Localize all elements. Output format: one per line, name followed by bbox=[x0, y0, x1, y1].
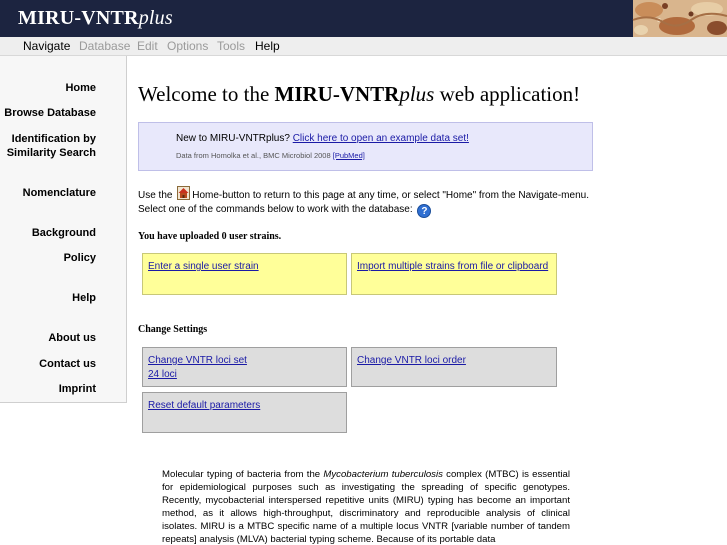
change-settings-heading: Change Settings bbox=[138, 324, 208, 335]
intro-line: New to MIRU-VNTRplus? Click here to open… bbox=[176, 133, 469, 144]
title-italic: plus bbox=[399, 82, 435, 106]
title-suffix: web application! bbox=[434, 82, 581, 106]
description-part1: Molecular typing of bacteria from the bbox=[162, 469, 324, 480]
home-instructions: Use the Home-button to return to this pa… bbox=[138, 186, 589, 201]
change-loci-order-box[interactable]: Change VNTR loci order bbox=[351, 347, 557, 387]
sidebar: Home Browse Database Identification by S… bbox=[0, 56, 127, 545]
select-instructions: Select one of the commands below to work… bbox=[138, 204, 432, 218]
sidebar-item-home[interactable]: Home bbox=[65, 81, 96, 95]
intro-source: Data from Homolka et al., BMC Microbiol … bbox=[176, 151, 365, 160]
menu-bar: Navigate Database Edit Options Tools Hel… bbox=[0, 37, 727, 56]
microscopy-image-icon bbox=[619, 0, 727, 37]
main-content: Welcome to the MIRU-VNTRplus web applica… bbox=[128, 56, 727, 545]
sidebar-item-help[interactable]: Help bbox=[72, 291, 96, 305]
menu-tools[interactable]: Tools bbox=[217, 39, 245, 53]
sidebar-item-about-us[interactable]: About us bbox=[48, 331, 96, 345]
description-italic: Mycobacterium tuberculosis bbox=[323, 469, 443, 480]
app-logo: MIRU-VNTRplus bbox=[18, 7, 173, 30]
sidebar-item-background[interactable]: Background bbox=[32, 226, 96, 240]
page-title: Welcome to the MIRU-VNTRplus web applica… bbox=[138, 82, 580, 107]
title-bold: MIRU-VNTR bbox=[274, 82, 400, 106]
import-strains-box[interactable]: Import multiple strains from file or cli… bbox=[351, 253, 557, 295]
logo-italic: plus bbox=[138, 7, 173, 29]
change-loci-order-link[interactable]: Change VNTR loci order bbox=[357, 355, 466, 366]
sidebar-item-nomenclature[interactable]: Nomenclature bbox=[23, 186, 96, 200]
title-prefix: Welcome to the bbox=[138, 82, 275, 106]
enter-single-strain-link[interactable]: Enter a single user strain bbox=[148, 261, 259, 272]
logo-main: MIRU-VNTR bbox=[18, 7, 139, 29]
enter-single-strain-box[interactable]: Enter a single user strain bbox=[142, 253, 347, 295]
sidebar-item-identification[interactable]: Identification by Similarity Search bbox=[0, 132, 96, 160]
home-text-before: Use the bbox=[138, 190, 173, 201]
example-data-box: New to MIRU-VNTRplus? Click here to open… bbox=[138, 122, 593, 171]
menu-help[interactable]: Help bbox=[255, 39, 280, 53]
import-strains-link[interactable]: Import multiple strains from file or cli… bbox=[357, 261, 548, 272]
menu-navigate[interactable]: Navigate bbox=[23, 39, 70, 53]
intro-text: New to MIRU-VNTRplus? bbox=[176, 133, 290, 144]
description-paragraph: Molecular typing of bacteria from the My… bbox=[162, 468, 570, 545]
app-header: MIRU-VNTRplus bbox=[0, 0, 727, 37]
menu-edit[interactable]: Edit bbox=[137, 39, 158, 53]
home-text-after: Home-button to return to this page at an… bbox=[192, 190, 589, 201]
pubmed-link[interactable]: [PubMed] bbox=[333, 151, 365, 160]
change-loci-set-box[interactable]: Change VNTR loci set 24 loci bbox=[142, 347, 347, 387]
intro-source-text: Data from Homolka et al., BMC Microbiol … bbox=[176, 151, 331, 160]
description-part2: complex (MTBC) is essential for epidemio… bbox=[162, 469, 571, 545]
uploaded-strains-heading: You have uploaded 0 user strains. bbox=[138, 231, 282, 242]
sidebar-item-policy[interactable]: Policy bbox=[64, 251, 96, 265]
sidebar-item-browse-database[interactable]: Browse Database bbox=[4, 106, 96, 120]
example-data-link[interactable]: Click here to open an example data set! bbox=[293, 133, 469, 144]
loci-count-link[interactable]: 24 loci bbox=[148, 368, 341, 382]
menu-database[interactable]: Database bbox=[79, 39, 130, 53]
sidebar-panel: Home Browse Database Identification by S… bbox=[0, 56, 127, 403]
menu-options[interactable]: Options bbox=[167, 39, 208, 53]
reset-parameters-link[interactable]: Reset default parameters bbox=[148, 400, 260, 411]
sidebar-item-imprint[interactable]: Imprint bbox=[59, 382, 96, 396]
sidebar-item-contact-us[interactable]: Contact us bbox=[39, 357, 96, 371]
reset-parameters-box[interactable]: Reset default parameters bbox=[142, 392, 347, 433]
home-icon[interactable] bbox=[177, 186, 191, 200]
help-icon[interactable]: ? bbox=[417, 204, 432, 218]
change-loci-set-link[interactable]: Change VNTR loci set bbox=[148, 354, 341, 368]
select-text: Select one of the commands below to work… bbox=[138, 204, 413, 215]
